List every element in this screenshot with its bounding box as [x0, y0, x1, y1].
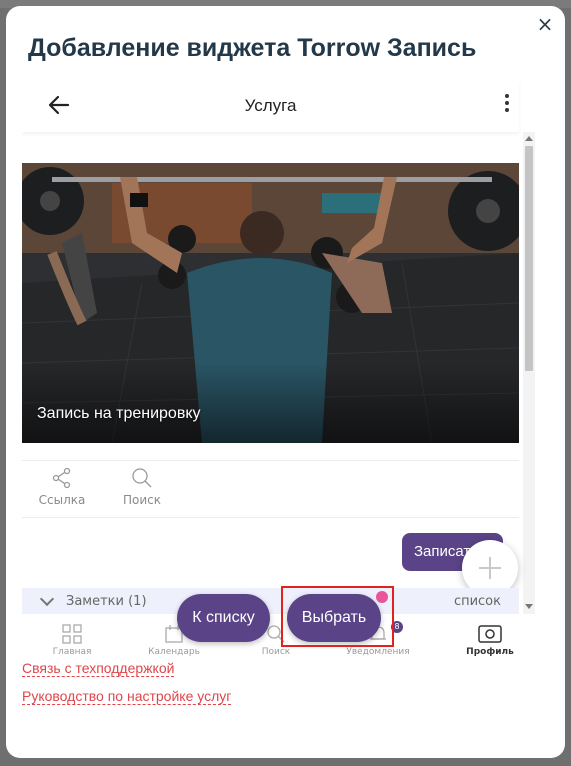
app-header: Услуга [22, 82, 519, 132]
kebab-menu-icon[interactable] [503, 92, 511, 116]
share-icon [52, 467, 71, 489]
action-search-label: Поиск [122, 493, 161, 507]
close-button[interactable]: × [535, 14, 555, 34]
support-link[interactable]: Связь с техподдержкой [22, 660, 175, 677]
home-grid-icon [62, 624, 82, 644]
hero-caption: Запись на тренировку [37, 405, 201, 422]
select-button[interactable]: Выбрать [287, 594, 381, 642]
header-title: Услуга [244, 96, 297, 115]
scroll-up-arrow-icon[interactable] [525, 136, 533, 141]
tab-home-label: Главная [52, 647, 92, 657]
search-icon [267, 625, 285, 643]
tab-profile[interactable]: Профиль [450, 624, 530, 657]
tab-notifications-label: Уведомления [346, 647, 410, 657]
service-actions: Ссылка Поиск [22, 460, 519, 518]
tab-search-label: Поиск [261, 647, 291, 657]
to-list-button[interactable]: К списку [177, 594, 270, 642]
chevron-down-icon [39, 591, 55, 607]
search-icon [132, 468, 152, 488]
action-share-label: Ссылка [38, 493, 86, 507]
tab-home[interactable]: Главная [32, 624, 112, 657]
setup-guide-link[interactable]: Руководство по настройке услуг [22, 688, 232, 705]
scroll-down-arrow-icon[interactable] [525, 604, 533, 609]
tab-calendar-label: Календарь [148, 647, 200, 657]
action-share[interactable]: Ссылка [32, 467, 92, 507]
notification-count-badge: 8 [391, 621, 403, 633]
notes-list-link[interactable]: список [454, 594, 501, 609]
modal-title: Добавление виджета Torrow Запись [28, 34, 477, 62]
indicator-dot [376, 591, 388, 603]
notes-label: Заметки (1) [66, 594, 147, 609]
action-search[interactable]: Поиск [112, 467, 172, 507]
app-tabbar: Главная Календарь Поиск Уведомления 8 Пр… [22, 614, 535, 664]
service-hero-image: Запись на тренировку [22, 163, 519, 443]
profile-card-icon [478, 625, 502, 643]
widget-preview-frame: Услуга Запись на тренировку Ссылка Поиск… [22, 82, 535, 614]
tab-profile-label: Профиль [466, 647, 514, 657]
notes-section[interactable]: Заметки (1) список [22, 588, 519, 614]
hero-gradient [22, 363, 519, 443]
scrollbar-thumb[interactable] [525, 146, 533, 371]
